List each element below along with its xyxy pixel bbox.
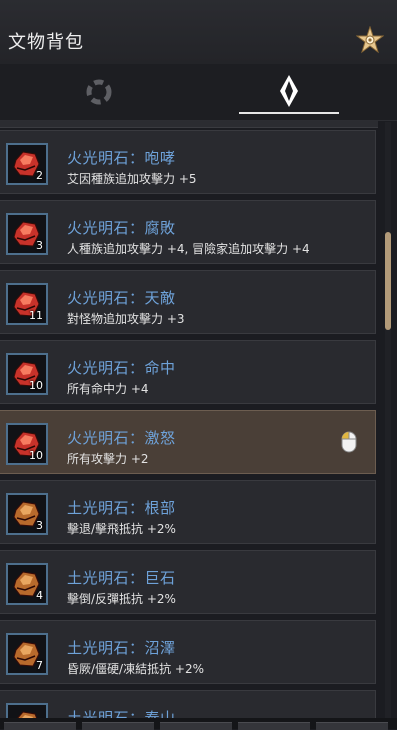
artifact-name: 火光明石：天敵 — [67, 289, 176, 307]
artifact-name: 土光明石：根部 — [67, 499, 176, 517]
window-title: 文物背包 — [8, 32, 84, 53]
item-count: 11 — [29, 309, 43, 322]
active-tab-indicator — [239, 112, 339, 114]
artifact-effect: 所有命中力 +4 — [67, 382, 149, 396]
tab-artifacts[interactable] — [198, 64, 397, 120]
item-count: 10 — [29, 449, 43, 462]
mouse-click-icon — [341, 431, 357, 453]
item-count: 10 — [29, 379, 43, 392]
artifact-row[interactable]: 2 火光明石：咆哮艾因種族追加攻擊力 +5 — [0, 130, 376, 194]
artifact-effect: 人種族追加攻擊力 +4, 冒險家追加攻擊力 +4 — [67, 242, 310, 256]
diamond-crystal-icon — [280, 75, 298, 107]
item-count: 3 — [36, 519, 43, 532]
artifact-effect: 所有攻擊力 +2 — [67, 452, 149, 466]
artifact-effect: 擊退/擊飛抵抗 +2% — [67, 522, 176, 536]
artifact-row[interactable]: 11 火光明石：天敵對怪物追加攻擊力 +3 — [0, 270, 376, 334]
item-count: 2 — [36, 169, 43, 182]
artifact-slot[interactable]: 7 — [6, 633, 48, 675]
artifact-slot[interactable]: 2 — [6, 143, 48, 185]
artifact-slot[interactable]: 10 — [6, 353, 48, 395]
artifact-name: 火光明石：命中 — [67, 359, 176, 377]
artifact-name: 土光明石：巨石 — [67, 569, 176, 587]
artifact-row[interactable]: 10 火光明石：激怒所有攻擊力 +2 — [0, 410, 376, 474]
artifact-name: 火光明石：激怒 — [67, 429, 176, 447]
artifact-slot[interactable]: 4 — [6, 563, 48, 605]
artifact-slot[interactable]: 3 — [6, 493, 48, 535]
artifact-name: 土光明石：沼澤 — [67, 639, 176, 657]
tab-loading[interactable] — [0, 64, 198, 120]
item-count: 4 — [36, 589, 43, 602]
artifact-name: 火光明石：腐敗 — [67, 219, 176, 237]
artifact-name: 火光明石：咆哮 — [67, 149, 176, 167]
artifact-slot[interactable]: 10 — [6, 423, 48, 465]
item-count: 7 — [36, 659, 43, 672]
artifact-effect: 擊倒/反彈抵抗 +2% — [67, 592, 176, 606]
item-count: 3 — [36, 239, 43, 252]
star-ornament-icon[interactable] — [356, 26, 384, 54]
artifact-row[interactable]: 10 火光明石：命中所有命中力 +4 — [0, 340, 376, 404]
artifact-effect: 昏厥/僵硬/凍結抵抗 +2% — [67, 662, 204, 676]
artifact-row[interactable]: 3 土光明石：根部擊退/擊飛抵抗 +2% — [0, 480, 376, 544]
tab-bar — [0, 64, 397, 121]
scrollbar-thumb[interactable] — [385, 232, 391, 330]
artifact-effect: 艾因種族追加攻擊力 +5 — [67, 172, 197, 186]
artifact-row[interactable]: 3 火光明石：腐敗人種族追加攻擊力 +4, 冒險家追加攻擊力 +4 — [0, 200, 376, 264]
artifact-slot[interactable]: 3 — [6, 213, 48, 255]
artifact-row[interactable]: 4 土光明石：巨石擊倒/反彈抵抗 +2% — [0, 550, 376, 614]
loading-ring-icon — [86, 79, 112, 105]
artifact-list: 2 火光明石：咆哮艾因種族追加攻擊力 +5 3 火光明石：腐敗人種族追加攻擊力 +4,… — [0, 121, 384, 729]
artifact-slot[interactable]: 11 — [6, 283, 48, 325]
list-top-edge — [0, 121, 378, 128]
window-header: 文物背包 — [0, 0, 397, 65]
artifact-row[interactable]: 7 土光明石：沼澤昏厥/僵硬/凍結抵抗 +2% — [0, 620, 376, 684]
scrollbar-track[interactable] — [385, 122, 391, 718]
artifact-effect: 對怪物追加攻擊力 +3 — [67, 312, 185, 326]
